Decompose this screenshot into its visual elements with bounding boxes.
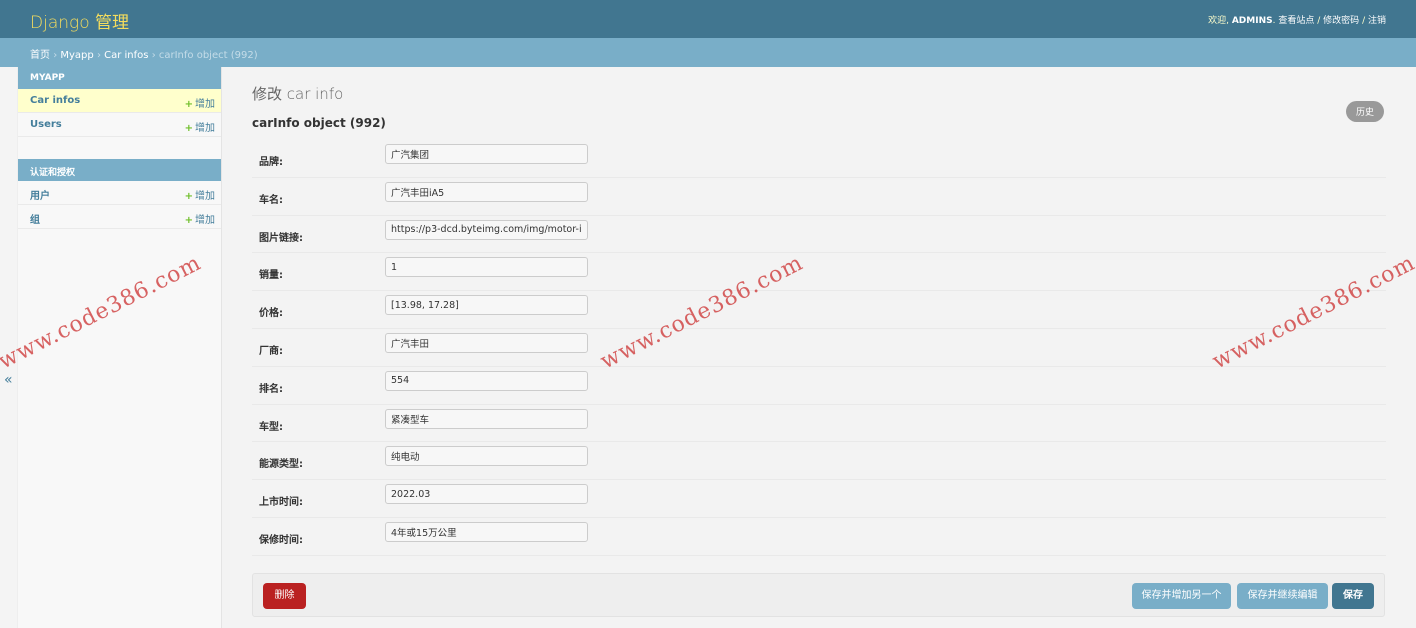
add-user-link[interactable]: + 增加 (185, 119, 215, 134)
toggle-sidebar-button[interactable]: « (4, 372, 13, 388)
breadcrumb: 首页 › Myapp › Car infos › carInfo object … (0, 38, 1416, 67)
price-input[interactable] (385, 295, 588, 316)
sidebar-item-label[interactable]: Users (30, 119, 62, 130)
form-row-rank: 排名: (252, 367, 1386, 405)
field-label: 品牌: (259, 157, 283, 168)
save-button[interactable]: 保存 (1332, 583, 1374, 609)
add-group-link[interactable]: + 增加 (185, 211, 215, 226)
username: ADMINS (1231, 16, 1273, 26)
form-row-manufacturer: 厂商: (252, 329, 1386, 367)
page-title: 修改 car info (252, 85, 344, 103)
delete-button[interactable]: 删除 (263, 583, 306, 609)
welcome-text: 欢迎, (1208, 16, 1229, 26)
form-row-car-name: 车名: (252, 178, 1386, 216)
rank-input[interactable] (385, 370, 588, 391)
breadcrumb-home[interactable]: 首页 (30, 50, 50, 61)
form-row-price: 价格: (252, 291, 1386, 329)
sidebar-item-label[interactable]: 用户 (30, 187, 50, 202)
sidebar-item-label[interactable]: Car infos (30, 95, 80, 106)
sidebar-gutter (0, 67, 18, 628)
energy-type-input[interactable] (385, 446, 588, 467)
add-auth-user-link[interactable]: + 增加 (185, 187, 215, 202)
warranty-input[interactable] (385, 521, 588, 542)
field-label: 能源类型: (259, 459, 303, 471)
plus-icon: + (184, 191, 193, 202)
object-title: carInfo object (992) (252, 116, 386, 130)
form-row-brand: 品牌: (252, 140, 1386, 178)
field-label: 排名: (259, 383, 283, 395)
brand-input[interactable] (385, 144, 588, 164)
site-branding[interactable]: Django 管理 (30, 8, 129, 33)
add-car-info-link[interactable]: + 增加 (185, 95, 215, 110)
logout-link[interactable]: 注销 (1368, 16, 1386, 26)
change-form: 品牌: 车名: 图片链接: 销量: 价格: 厂商: 排名: 车型: (252, 140, 1386, 556)
sidebar-item-label[interactable]: 组 (30, 211, 40, 226)
header: Django 管理 欢迎, ADMINS. 查看站点 / 修改密码 / 注销 (0, 0, 1416, 38)
submit-row: 删除 保存并增加另一个 保存并继续编辑 保存 (252, 573, 1385, 617)
plus-icon: + (184, 99, 193, 110)
breadcrumb-model[interactable]: Car infos (104, 50, 148, 61)
module-caption[interactable]: MYAPP (18, 67, 221, 89)
sidebar-item-users: Users + 增加 (18, 113, 221, 137)
form-row-energy-type: 能源类型: (252, 442, 1386, 481)
sidebar-item-groups: 组 + 增加 (18, 205, 221, 229)
breadcrumb-current: carInfo object (992) (158, 50, 258, 61)
field-label: 车名: (259, 194, 283, 206)
history-button[interactable]: 历史 (1345, 101, 1384, 122)
field-label: 图片链接: (259, 232, 303, 244)
field-label: 上市时间: (259, 497, 303, 509)
image-link-input[interactable] (385, 219, 588, 240)
form-row-car-type: 车型: (252, 405, 1386, 443)
nav-sidebar: MYAPP Car infos + 增加 Users + 增加 认证和授权 用户 +… (18, 67, 222, 628)
plus-icon: + (184, 215, 193, 226)
plus-icon: + (184, 123, 193, 134)
car-name-input[interactable] (385, 181, 588, 202)
manufacturer-input[interactable] (385, 332, 588, 353)
form-row-launch-date: 上市时间: (252, 480, 1386, 518)
sales-input[interactable] (385, 257, 588, 278)
field-label: 厂商: (259, 345, 283, 357)
launch-date-input[interactable] (385, 484, 588, 505)
module-caption[interactable]: 认证和授权 (18, 159, 221, 181)
field-label: 销量: (259, 270, 283, 282)
sidebar-item-car-infos: Car infos + 增加 (18, 89, 221, 113)
user-tools: 欢迎, ADMINS. 查看站点 / 修改密码 / 注销 (1208, 16, 1386, 26)
field-label: 保修时间: (259, 534, 303, 546)
breadcrumb-app[interactable]: Myapp (60, 50, 93, 61)
field-label: 价格: (259, 308, 283, 320)
form-row-image-link: 图片链接: (252, 216, 1386, 254)
save-and-add-another-button[interactable]: 保存并增加另一个 (1132, 583, 1231, 609)
change-password-link[interactable]: 修改密码 (1323, 16, 1359, 26)
sidebar-item-auth-users: 用户 + 增加 (18, 181, 221, 205)
save-and-continue-button[interactable]: 保存并继续编辑 (1237, 583, 1328, 609)
view-site-link[interactable]: 查看站点 (1278, 16, 1314, 26)
main-content: 修改 car info carInfo object (992) 历史 品牌: … (222, 67, 1416, 628)
module-myapp: MYAPP Car infos + 增加 Users + 增加 (18, 67, 221, 137)
field-label: 车型: (259, 421, 283, 433)
module-auth: 认证和授权 用户 + 增加 组 + 增加 (18, 159, 221, 229)
form-row-warranty: 保修时间: (252, 518, 1386, 556)
form-row-sales: 销量: (252, 253, 1386, 292)
car-type-input[interactable] (385, 408, 588, 429)
